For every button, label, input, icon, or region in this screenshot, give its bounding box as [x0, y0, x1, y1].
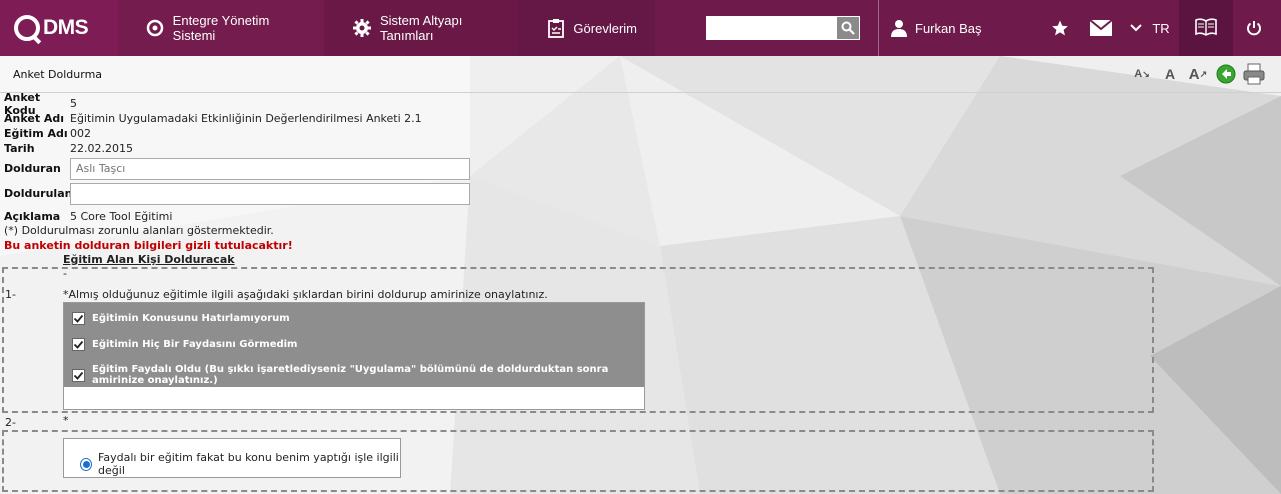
- nav-label: Entegre Yönetim Sistemi: [172, 13, 270, 43]
- checkbox-checked-icon[interactable]: [72, 338, 85, 351]
- print-icon[interactable]: [1243, 62, 1265, 86]
- mail-icon: [1089, 20, 1112, 36]
- page-tools: A ↘ A A ↗: [1131, 62, 1265, 86]
- option-label: Eğitimin Konusunu Hatırlamıyorum: [92, 313, 290, 324]
- field-doldurulan: Doldurulan: [4, 181, 1264, 206]
- logo-q-icon: [14, 15, 40, 41]
- option-label: Eğitimin Hiç Bir Faydasını Görmedim: [92, 339, 298, 350]
- doldurulan-input[interactable]: [70, 182, 470, 205]
- field-egitim-adi: Eğitim Adı 002: [4, 126, 1264, 141]
- option-checkbox-item[interactable]: Eğitimin Konusunu Hatırlamıyorum: [72, 312, 290, 325]
- field-anket-adi: Anket Adı Eğitimin Uygulamadaki Etkinliğ…: [4, 111, 1264, 126]
- search-icon: [841, 21, 855, 35]
- field-value: 5 Core Tool Eğitimi: [70, 210, 173, 223]
- search-input[interactable]: [706, 16, 836, 40]
- power-icon: [1247, 21, 1261, 36]
- back-icon[interactable]: [1215, 62, 1237, 86]
- privacy-warning: Bu anketin dolduran bilgileri gizli tutu…: [4, 239, 293, 252]
- chevron-down-icon: [1130, 24, 1143, 32]
- top-navigation-bar: DMS Entegre Yönetim Sistemi Sistem Altya…: [0, 0, 1281, 56]
- field-tarih: Tarih 22.02.2015: [4, 141, 1264, 156]
- field-label: Doldurulan: [4, 187, 73, 200]
- question-number: 2-: [5, 416, 16, 429]
- option-label: Eğitim Faydalı Oldu (Bu şıkkı işaretledi…: [92, 364, 609, 386]
- question-number: 1-: [5, 288, 16, 301]
- field-label: Anket Adı: [4, 112, 65, 125]
- field-value: 22.02.2015: [70, 142, 133, 155]
- option-checkbox-item[interactable]: Eğitimin Hiç Bir Faydasını Görmedim: [72, 338, 297, 351]
- font-decrease-icon[interactable]: A ↘: [1131, 62, 1153, 86]
- question-text: *: [63, 414, 69, 427]
- field-value: Eğitimin Uygulamadaki Etkinliğinin Değer…: [70, 112, 422, 125]
- field-label: Eğitim Adı: [4, 127, 68, 140]
- field-dolduran: Dolduran: [4, 156, 1264, 181]
- page-header: Anket Doldurma A ↘ A A ↗: [0, 56, 1281, 93]
- book-icon: [1195, 18, 1217, 36]
- search-box: [706, 0, 878, 56]
- radio-selected-icon[interactable]: [80, 457, 93, 471]
- survey-form: Anket Kodu 5 Anket Adı Eğitimin Uygulama…: [4, 91, 1264, 254]
- page-title: Anket Doldurma: [13, 68, 103, 81]
- user-icon: [891, 19, 907, 37]
- logout-button[interactable]: [1233, 0, 1275, 56]
- gear-icon: [352, 18, 372, 38]
- field-value: 002: [70, 127, 91, 140]
- field-anket-kodu: Anket Kodu 5: [4, 91, 1264, 117]
- main-content: Anket Doldurma A ↘ A A ↗ Anket Kodu 5 Anke…: [0, 56, 1281, 494]
- field-aciklama: Açıklama 5 Core Tool Eğitimi: [4, 209, 1264, 224]
- nav-entegre-yonetim-sistemi[interactable]: Entegre Yönetim Sistemi: [118, 0, 324, 56]
- section-title: Eğitim Alan Kişi Dolduracak: [63, 253, 235, 266]
- user-menu[interactable]: Furkan Baş: [879, 0, 1039, 56]
- messages-button[interactable]: [1080, 0, 1121, 56]
- font-reset-icon[interactable]: A: [1159, 62, 1181, 86]
- nav-gorevlerim[interactable]: Görevlerim: [518, 0, 655, 56]
- option-radio-item[interactable]: Faydalı bir eğitim fakat bu konu benim y…: [80, 451, 400, 477]
- q-circle-icon: [146, 18, 165, 38]
- help-manual-button[interactable]: [1179, 0, 1233, 56]
- font-increase-icon[interactable]: A ↗: [1187, 62, 1209, 86]
- option-label: Faydalı bir eğitim fakat bu konu benim y…: [98, 451, 399, 477]
- field-value: 5: [70, 97, 77, 110]
- user-name: Furkan Baş: [915, 20, 982, 36]
- field-label: Dolduran: [4, 162, 61, 175]
- dolduran-input[interactable]: [70, 157, 470, 180]
- clipboard-icon: [546, 18, 565, 38]
- checkbox-checked-icon[interactable]: [72, 368, 85, 382]
- favorites-button[interactable]: [1039, 0, 1080, 56]
- search-button[interactable]: [836, 16, 860, 40]
- question-text: *Almış olduğunuz eğitimle ilgili aşağıda…: [63, 288, 548, 301]
- field-label: Açıklama: [4, 210, 61, 223]
- required-note: (*) Doldurulması zorunlu alanları göster…: [4, 224, 274, 237]
- nav-label: Görevlerim: [573, 20, 637, 36]
- option-checkbox-item[interactable]: Eğitim Faydalı Oldu (Bu şıkkı işaretledi…: [72, 364, 644, 386]
- language-selector[interactable]: TR: [1121, 0, 1179, 56]
- field-label: Tarih: [4, 142, 35, 155]
- logo-text: DMS: [43, 16, 89, 39]
- question-2-options: Faydalı bir eğitim fakat bu konu benim y…: [63, 438, 401, 478]
- language-label: TR: [1152, 20, 1170, 36]
- checkbox-checked-icon[interactable]: [72, 312, 85, 325]
- star-icon: [1051, 20, 1068, 36]
- nav-sistem-altyapi-tanimlari[interactable]: Sistem Altyapı Tanımları: [324, 0, 518, 56]
- nav-label: Sistem Altyapı Tanımları: [380, 13, 463, 43]
- question-1-options: Eğitimin Konusunu Hatırlamıyorum Eğitimi…: [63, 302, 645, 410]
- qdms-logo[interactable]: DMS: [0, 0, 118, 56]
